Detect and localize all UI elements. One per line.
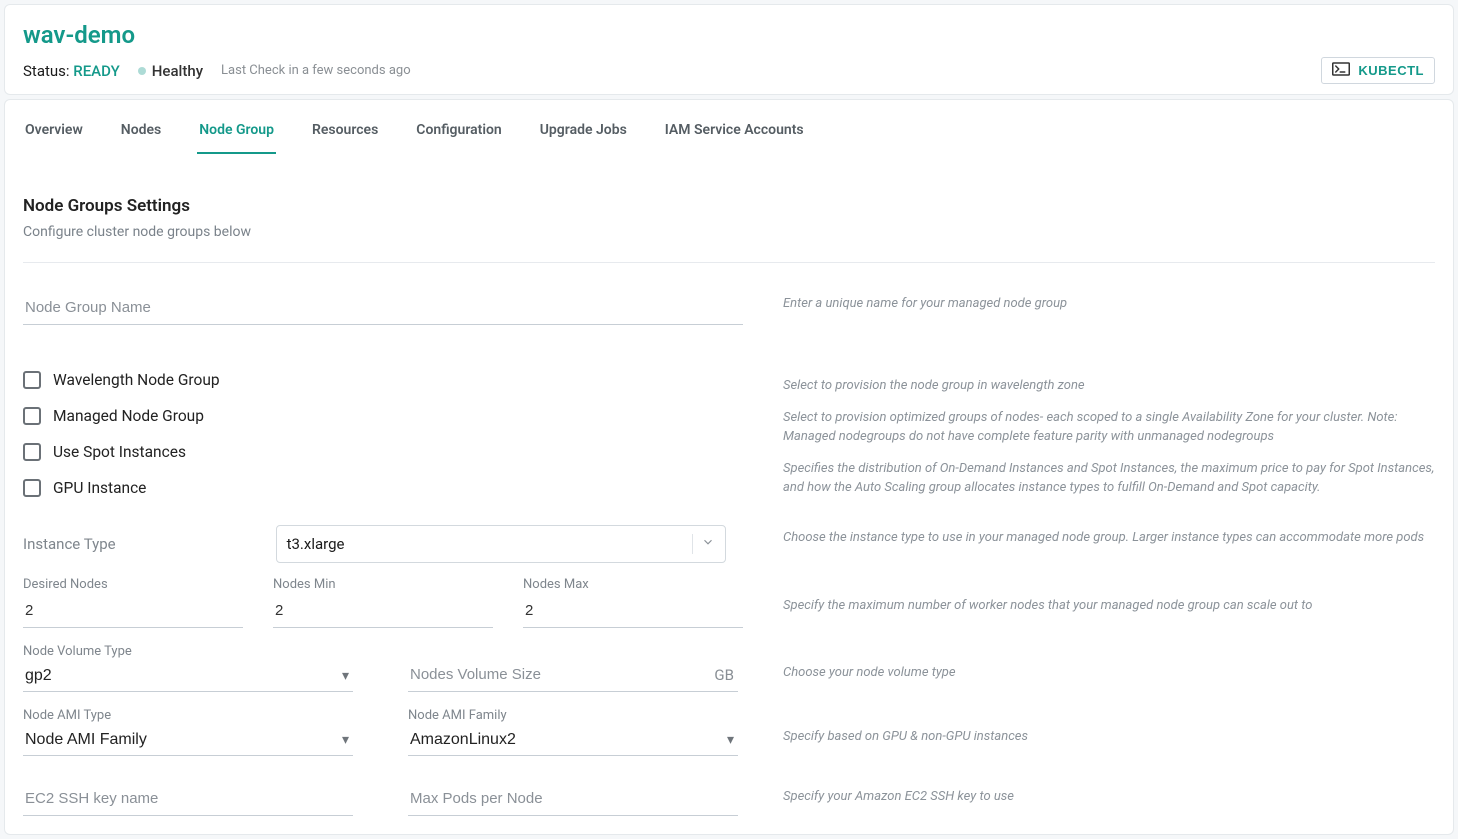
last-check-text: Last Check in a few seconds ago: [221, 63, 411, 78]
kubectl-label: KUBECTL: [1358, 63, 1424, 78]
tab-resources[interactable]: Resources: [310, 112, 380, 154]
form-area: Enter a unique name for your managed nod…: [23, 291, 1435, 816]
nodes-min-label: Nodes Min: [273, 577, 493, 592]
row-instance-type: Instance Type t3.xlarge Choose the insta…: [23, 525, 1435, 563]
health-dot-icon: [138, 67, 146, 75]
section-subtitle: Configure cluster node groups below: [23, 224, 1435, 240]
chevron-down-icon: [701, 535, 715, 553]
status-row: Status: READY Healthy Last Check in a fe…: [23, 57, 1435, 84]
row-ami: Node AMI Type ▾ Node AMI Family ▾: [23, 708, 1435, 756]
row-ssh-maxpods: Specify your Amazon EC2 SSH key to use: [23, 782, 1435, 816]
row-volume: Node Volume Type ▾ GB Choose your node v…: [23, 644, 1435, 692]
ami-family-label: Node AMI Family: [408, 708, 738, 723]
checkbox-row-wavelength: Wavelength Node Group: [23, 371, 743, 389]
section-title: Node Groups Settings: [23, 196, 1435, 216]
volume-type-select[interactable]: ▾: [23, 661, 353, 692]
tab-node-group[interactable]: Node Group: [197, 112, 276, 154]
nodes-min-input[interactable]: [273, 594, 493, 628]
spot-label[interactable]: Use Spot Instances: [53, 443, 186, 461]
status-block: Status: READY: [23, 62, 120, 80]
hint-spot: Specifies the distribution of On-Demand …: [783, 455, 1435, 498]
cluster-header-card: wav-demo Status: READY Healthy Last Chec…: [4, 4, 1454, 95]
health-text: Healthy: [152, 62, 203, 80]
volume-type-label: Node Volume Type: [23, 644, 353, 659]
row-node-group-name: Enter a unique name for your managed nod…: [23, 291, 1435, 325]
kubectl-button[interactable]: KUBECTL: [1321, 57, 1435, 84]
checkbox-row-managed: Managed Node Group: [23, 407, 743, 425]
section-header: Node Groups Settings Configure cluster n…: [23, 196, 1435, 240]
hint-scale: Specify the maximum number of worker nod…: [783, 577, 1435, 616]
tab-upgrade-jobs[interactable]: Upgrade Jobs: [538, 112, 629, 154]
managed-checkbox[interactable]: [23, 407, 41, 425]
volume-size-suffix: GB: [714, 666, 734, 684]
desired-nodes-label: Desired Nodes: [23, 577, 243, 592]
gpu-label[interactable]: GPU Instance: [53, 479, 146, 497]
wavelength-checkbox[interactable]: [23, 371, 41, 389]
ami-type-label: Node AMI Type: [23, 708, 353, 723]
row-checkboxes: Wavelength Node Group Managed Node Group…: [23, 361, 1435, 503]
hint-ami: Specify based on GPU & non-GPU instances: [783, 708, 1435, 747]
checkbox-row-gpu: GPU Instance: [23, 479, 743, 497]
status-value: READY: [73, 62, 120, 80]
tab-nodes[interactable]: Nodes: [119, 112, 163, 154]
volume-size-input[interactable]: [408, 658, 738, 692]
desired-nodes-input[interactable]: [23, 594, 243, 628]
ami-type-select[interactable]: ▾: [23, 725, 353, 756]
divider: [23, 262, 1435, 263]
health-indicator: Healthy: [138, 62, 203, 80]
hint-node-group-name: Enter a unique name for your managed nod…: [783, 291, 1435, 314]
cluster-title: wav-demo: [23, 21, 1435, 49]
main-card: Overview Nodes Node Group Resources Conf…: [4, 99, 1454, 835]
instance-type-label: Instance Type: [23, 535, 116, 553]
tab-configuration[interactable]: Configuration: [414, 112, 503, 154]
instance-type-value: t3.xlarge: [287, 535, 345, 553]
tabs: Overview Nodes Node Group Resources Conf…: [23, 100, 1435, 154]
ssh-key-input[interactable]: [23, 782, 353, 816]
volume-type-value[interactable]: [23, 661, 353, 692]
wavelength-label[interactable]: Wavelength Node Group: [53, 371, 220, 389]
hint-managed: Select to provision optimized groups of …: [783, 404, 1435, 447]
hint-wavelength: Select to provision the node group in wa…: [783, 373, 1435, 396]
nodes-max-label: Nodes Max: [523, 577, 743, 592]
terminal-icon: [1332, 62, 1350, 79]
hint-instance-type: Choose the instance type to use in your …: [783, 525, 1435, 548]
hint-ssh: Specify your Amazon EC2 SSH key to use: [783, 782, 1435, 807]
tab-overview[interactable]: Overview: [23, 112, 85, 154]
gpu-checkbox[interactable]: [23, 479, 41, 497]
ami-family-value[interactable]: [408, 725, 738, 756]
status-label: Status:: [23, 62, 70, 80]
row-node-counts: Desired Nodes Nodes Min Nodes Max Specif…: [23, 577, 1435, 628]
spot-checkbox[interactable]: [23, 443, 41, 461]
tab-iam-service-accounts[interactable]: IAM Service Accounts: [663, 112, 806, 154]
nodes-max-input[interactable]: [523, 594, 743, 628]
instance-type-select[interactable]: t3.xlarge: [276, 525, 726, 563]
ami-type-value[interactable]: [23, 725, 353, 756]
ami-family-select[interactable]: ▾: [408, 725, 738, 756]
managed-label[interactable]: Managed Node Group: [53, 407, 204, 425]
checkbox-row-spot: Use Spot Instances: [23, 443, 743, 461]
hint-volume: Choose your node volume type: [783, 644, 1435, 683]
max-pods-input[interactable]: [408, 782, 738, 816]
node-group-name-input[interactable]: [23, 291, 743, 325]
